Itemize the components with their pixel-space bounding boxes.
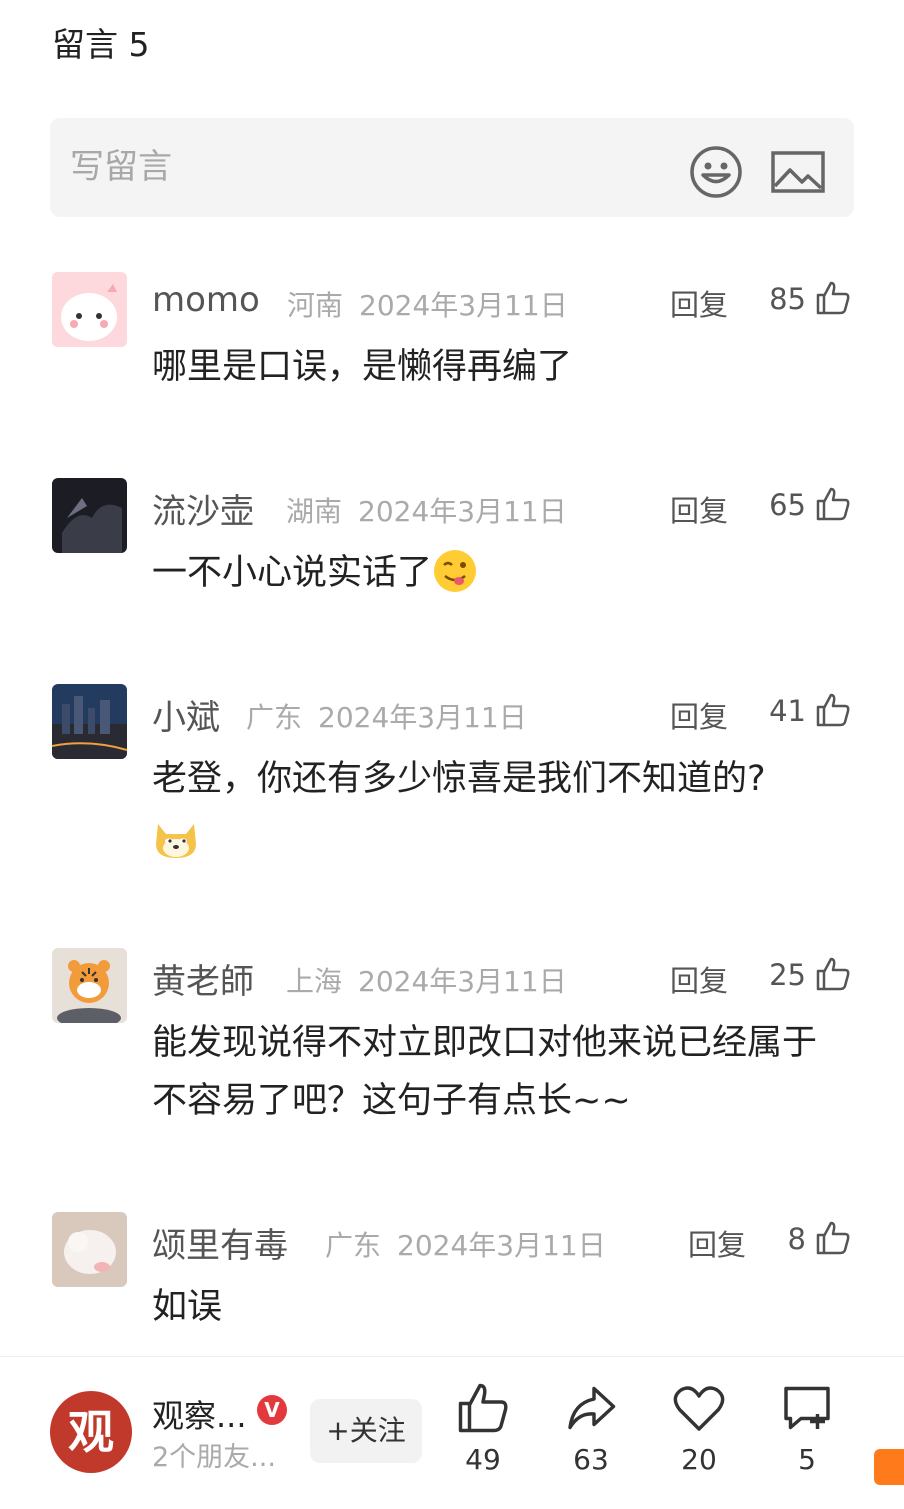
comment-location: 广东 — [246, 701, 303, 734]
account-friends-info: 2个朋友... — [152, 1442, 276, 1473]
comment-author[interactable]: momo — [152, 280, 260, 320]
comment-author[interactable]: 小斌 — [152, 690, 220, 739]
comment-location: 广东 — [325, 1229, 382, 1262]
comment-location: 上海 — [286, 965, 343, 998]
comment-text-content: 老登，你还有多少惊喜是我们不知道的? — [152, 759, 766, 799]
comment-date: 2024年3月11日 — [397, 1229, 606, 1262]
comment-text: 能发现说得不对立即改口对他来说已经属于不容易了吧？这句子有点长~~ — [152, 1023, 818, 1121]
like-count: 41 — [769, 694, 806, 728]
verified-badge: V — [257, 1395, 287, 1425]
account-name[interactable]: 观察... — [152, 1391, 247, 1437]
comment-input[interactable] — [70, 144, 650, 190]
account-avatar[interactable]: 观 — [50, 1391, 132, 1473]
doge-emoji-icon — [156, 824, 196, 858]
like-count: 65 — [769, 488, 806, 522]
thumbs-up-icon[interactable] — [815, 956, 851, 992]
wink-emoji-icon — [434, 550, 477, 592]
favorite-action-count: 20 — [681, 1443, 717, 1476]
avatar-image — [52, 478, 127, 553]
favorite-action[interactable]: 20 — [654, 1381, 744, 1476]
comment-date: 2024年3月11日 — [318, 701, 527, 734]
avatar[interactable] — [52, 478, 127, 553]
thumbs-up-icon — [458, 1383, 508, 1433]
comment-composer[interactable] — [50, 118, 854, 217]
reply-button[interactable]: 回复 — [688, 1222, 746, 1264]
avatar[interactable] — [52, 948, 127, 1023]
avatar-image — [52, 948, 127, 1023]
like-count: 25 — [769, 958, 806, 992]
comment-author[interactable]: 黄老師 — [152, 954, 254, 1003]
bottom-action-bar: 观 观察... V 2个朋友... +关注 49 63 20 5 — [0, 1356, 904, 1509]
avatar-image — [52, 272, 127, 347]
share-action[interactable]: 63 — [546, 1381, 636, 1476]
reply-button[interactable]: 回复 — [670, 958, 728, 1000]
follow-button[interactable]: +关注 — [310, 1399, 422, 1463]
floating-corner-tab[interactable] — [874, 1449, 904, 1485]
comment-text: 如误 — [152, 1287, 223, 1327]
avatar-image — [52, 1212, 127, 1287]
comment-action-count: 5 — [798, 1443, 816, 1476]
comment-add-icon — [784, 1386, 830, 1430]
reply-button[interactable]: 回复 — [670, 282, 728, 324]
thumbs-up-icon[interactable] — [815, 1220, 851, 1256]
thumbs-up-icon[interactable] — [815, 692, 851, 728]
image-icon[interactable] — [770, 148, 826, 196]
avatar[interactable] — [52, 272, 127, 347]
comment-date: 2024年3月11日 — [359, 289, 568, 322]
comment-text: 老登，你还有多少惊喜是我们不知道的? — [152, 750, 842, 866]
like-count: 85 — [769, 282, 806, 316]
avatar[interactable] — [52, 1212, 127, 1287]
reply-button[interactable]: 回复 — [670, 488, 728, 530]
comment-date: 2024年3月11日 — [358, 965, 567, 998]
reply-button[interactable]: 回复 — [670, 694, 728, 736]
comment-location: 河南 — [287, 289, 344, 322]
like-action-count: 49 — [465, 1443, 501, 1476]
share-action-count: 63 — [573, 1443, 609, 1476]
avatar[interactable] — [52, 684, 127, 759]
like-count: 8 — [787, 1222, 806, 1256]
thumbs-up-icon[interactable] — [815, 280, 851, 316]
comment-author[interactable]: 颂里有毒 — [152, 1218, 288, 1267]
avatar-image — [52, 684, 127, 759]
thumbs-up-icon[interactable] — [815, 486, 851, 522]
comment-author[interactable]: 流沙壶 — [152, 484, 254, 533]
like-action[interactable]: 49 — [438, 1381, 528, 1476]
heart-icon — [673, 1386, 725, 1431]
account-avatar-char: 观 — [68, 1405, 114, 1459]
share-icon — [568, 1386, 616, 1430]
comment-date: 2024年3月11日 — [358, 495, 567, 528]
comment-text: 哪里是口误，是懒得再编了 — [152, 347, 573, 387]
comment-text: 一不小心说实话了 — [152, 544, 842, 602]
emoji-icon[interactable] — [688, 144, 744, 200]
comment-text-content: 一不小心说实话了 — [152, 553, 433, 593]
comment-action[interactable]: 5 — [762, 1381, 852, 1476]
comment-location: 湖南 — [286, 495, 343, 528]
page-title: 留言 5 — [52, 25, 150, 64]
